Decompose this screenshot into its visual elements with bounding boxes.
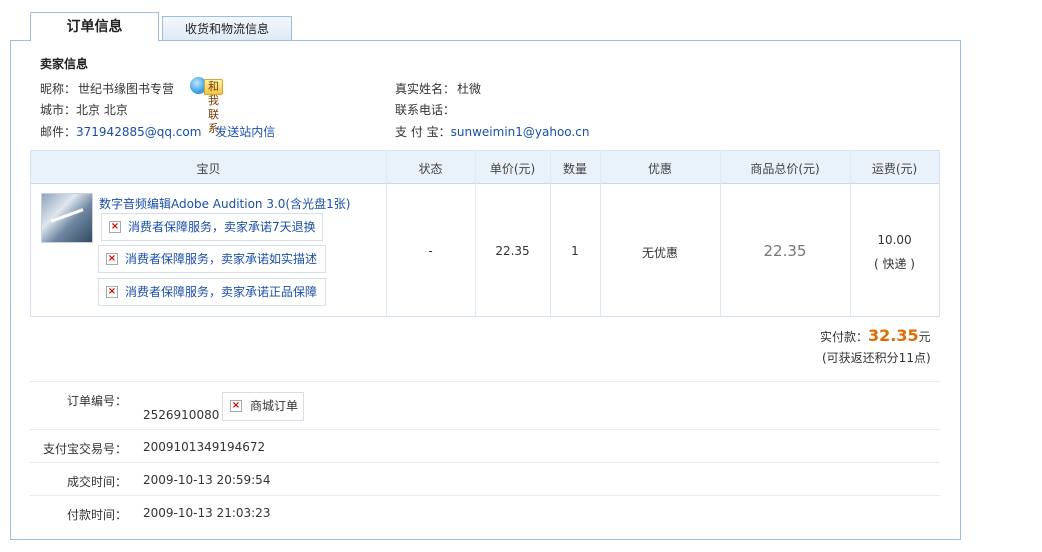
- header-total: 商品总价(元): [750, 162, 820, 176]
- deal-time-label: 成交时间：: [66, 475, 127, 489]
- broken-image-icon: ×: [109, 221, 121, 233]
- seller-phone-row: 联系电话：: [395, 101, 455, 118]
- seller-nickname: 世纪书缘图书专营: [78, 82, 175, 96]
- alipay-txn-number: 2009101349194672: [143, 440, 266, 454]
- paid-amount: 32.35: [868, 326, 919, 345]
- guarantee-genuine[interactable]: × 消费者保障服务，卖家承诺正品保障: [98, 278, 326, 306]
- seller-section-title: 卖家信息: [40, 57, 89, 71]
- seller-city: 北京 北京: [76, 103, 128, 117]
- item-status: -: [428, 244, 433, 258]
- item-shipping-fee: 10.00: [877, 233, 912, 247]
- header-status: 状态: [418, 162, 443, 176]
- paid-label: 实付款：: [820, 330, 869, 344]
- item-shipping-method: ( 快递 ): [874, 257, 915, 271]
- header-shipping: 运费(元): [871, 162, 918, 176]
- guarantee-7day-return[interactable]: × 消费者保障服务，卖家承诺7天退换: [101, 213, 323, 241]
- seller-realname-row: 真实姓名： 杜微: [395, 80, 481, 97]
- product-thumbnail[interactable]: [41, 193, 93, 243]
- header-quantity: 数量: [562, 162, 587, 176]
- mall-order-label: 商城订单: [250, 399, 299, 413]
- broken-image-icon: ×: [230, 400, 242, 412]
- send-message-link[interactable]: 发送站内信: [215, 125, 275, 139]
- guarantee-label: 消费者保障服务，卖家承诺正品保障: [125, 285, 318, 299]
- pay-time-label: 付款时间：: [66, 508, 127, 522]
- guarantee-label: 消费者保障服务，卖家承诺如实描述: [125, 252, 318, 266]
- seller-alipay-link[interactable]: sunweimin1@yahoo.cn: [451, 125, 590, 139]
- seller-alipay-row: 支 付 宝：sunweimin1@yahoo.cn: [395, 123, 589, 140]
- row-divider: [30, 381, 940, 382]
- phone-label: 联系电话：: [395, 103, 456, 117]
- item-quantity: 1: [571, 244, 579, 258]
- mall-order-tag: × 商城订单: [222, 392, 304, 421]
- alipay-label: 支 付 宝：: [395, 125, 451, 139]
- alipay-txn-label: 支付宝交易号：: [42, 442, 127, 456]
- item-discount: 无优惠: [641, 246, 678, 260]
- item-unit-price: 22.35: [495, 244, 530, 258]
- order-items-table: 宝贝 状态 单价(元) 数量 优惠 商品总价(元) 运费(元) 数字音频编辑Ad…: [30, 150, 940, 317]
- guarantee-label: 消费者保障服务，卖家承诺7天退换: [128, 220, 316, 234]
- broken-image-icon: ×: [106, 286, 118, 298]
- points-note: (可获返还积分11点): [822, 351, 931, 365]
- seller-city-row: 城市：北京 北京: [40, 101, 128, 118]
- row-divider: [30, 462, 940, 463]
- contact-seller-label: 和我联系: [204, 79, 223, 135]
- city-label: 城市：: [40, 103, 77, 117]
- order-number: 2526910080: [143, 408, 220, 422]
- seller-email-link[interactable]: 371942885@qq.com: [76, 125, 201, 139]
- realname-label: 真实姓名：: [395, 82, 456, 96]
- seller-nickname-row: 昵称： 世纪书缘图书专营: [40, 80, 174, 97]
- pay-time: 2009-10-13 21:03:23: [143, 506, 271, 520]
- order-number-label: 订单编号：: [66, 394, 127, 408]
- paid-unit: 元: [918, 330, 931, 344]
- header-discount: 优惠: [647, 162, 672, 176]
- seller-email-row: 邮件：371942885@qq.com 发送站内信: [40, 123, 275, 140]
- product-title-link[interactable]: 数字音频编辑Adobe Audition 3.0(含光盘1张): [99, 195, 350, 212]
- email-label: 邮件：: [40, 125, 77, 139]
- seller-realname: 杜微: [457, 82, 482, 96]
- paid-amount-row: 实付款：32.35元: [820, 326, 931, 345]
- row-divider: [30, 429, 940, 430]
- nickname-label: 昵称：: [40, 82, 77, 96]
- tab-order-info[interactable]: 订单信息: [30, 12, 159, 41]
- item-total-price: 22.35: [763, 242, 807, 260]
- header-unit-price: 单价(元): [489, 162, 536, 176]
- header-item: 宝贝: [196, 162, 221, 176]
- tab-shipping-logistics[interactable]: 收货和物流信息: [162, 16, 292, 40]
- guarantee-accurate-description[interactable]: × 消费者保障服务，卖家承诺如实描述: [98, 245, 326, 273]
- row-divider: [30, 495, 940, 496]
- deal-time: 2009-10-13 20:59:54: [143, 473, 271, 487]
- broken-image-icon: ×: [106, 253, 118, 265]
